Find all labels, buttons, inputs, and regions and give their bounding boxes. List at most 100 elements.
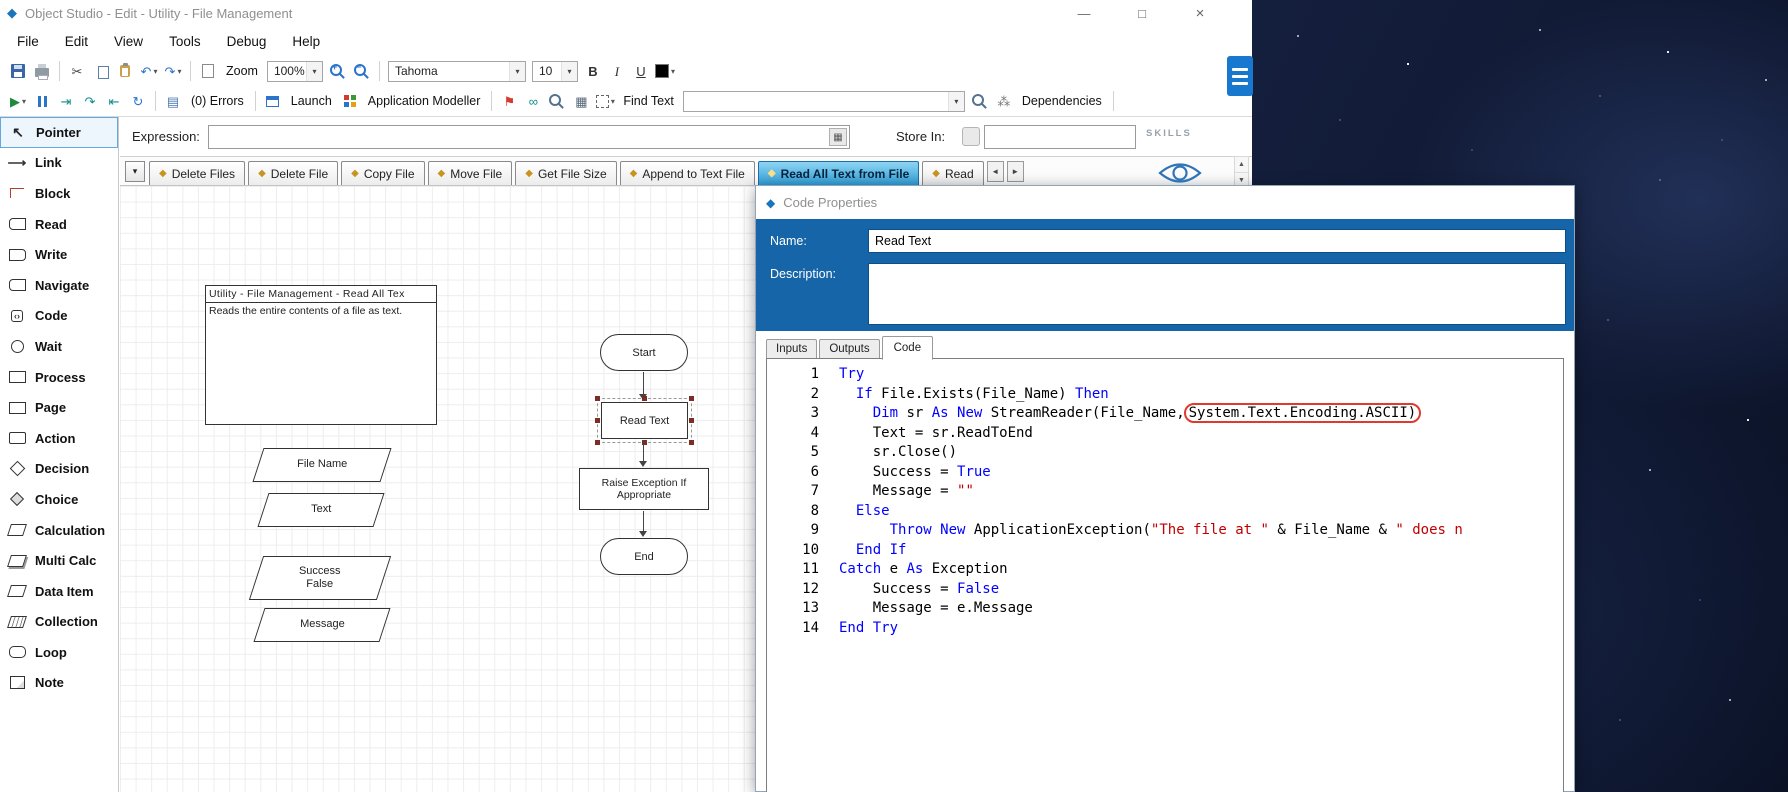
page-tab-delete-file[interactable]: ◆ Delete File (248, 161, 339, 185)
launch-window-icon[interactable] (262, 90, 284, 112)
step-out-button[interactable]: ⇤ (103, 90, 125, 112)
chevron-down-icon[interactable]: ▾ (177, 67, 181, 76)
selection-handle[interactable] (689, 440, 694, 445)
tab-scroll-right-button[interactable]: ► (1006, 160, 1024, 182)
tool-block[interactable]: Block (0, 178, 118, 209)
undo-button[interactable]: ↶ ▾ (138, 60, 160, 82)
expression-input[interactable]: ▦ (208, 125, 850, 149)
menu-help[interactable]: Help (279, 26, 333, 56)
page-tab-delete-files[interactable]: ◆ Delete Files (149, 161, 246, 185)
pause-button[interactable] (31, 90, 53, 112)
selection-handle[interactable] (689, 396, 694, 401)
close-button[interactable]: × (1178, 0, 1222, 26)
read-text-stage[interactable]: Read Text (595, 396, 694, 445)
selection-handle[interactable] (595, 440, 600, 445)
errors-page-icon[interactable]: ▤ (162, 90, 184, 112)
tool-pointer[interactable]: Pointer (0, 117, 118, 148)
properties-tab-inputs[interactable]: Inputs (766, 339, 818, 359)
tool-page[interactable]: Page (0, 392, 118, 423)
page-tab-get-file-size[interactable]: ◆ Get File Size (515, 161, 617, 185)
page-tab-read[interactable]: ◆ Read (922, 161, 984, 185)
menu-view[interactable]: View (101, 26, 156, 56)
breakpoint-flag-icon[interactable]: ⚑ (498, 90, 520, 112)
reset-button[interactable]: ↻ (127, 90, 149, 112)
tool-collection[interactable]: Collection (0, 607, 118, 638)
properties-tab-outputs[interactable]: Outputs (819, 339, 880, 359)
store-in-input[interactable] (984, 125, 1136, 149)
chevron-down-icon[interactable]: ▾ (305, 61, 322, 81)
chevron-down-icon[interactable]: ▾ (153, 67, 157, 76)
menu-debug[interactable]: Debug (214, 26, 280, 56)
grid-icon[interactable]: ▦ (570, 90, 592, 112)
data-item-text[interactable]: Text (257, 493, 385, 527)
step-over-button[interactable]: ↷ (79, 90, 101, 112)
zoom-in-button[interactable] (327, 60, 349, 82)
minimize-button[interactable]: — (1062, 0, 1106, 26)
tool-link[interactable]: Link (0, 148, 118, 179)
maximize-button[interactable]: □ (1120, 0, 1164, 26)
chevron-down-icon[interactable]: ▾ (508, 61, 525, 81)
chevron-down-icon[interactable]: ▾ (611, 97, 615, 106)
play-button[interactable]: ▶ ▾ (7, 90, 29, 112)
cut-button[interactable]: ✂ (66, 60, 88, 82)
description-input[interactable] (868, 263, 1566, 325)
tool-process[interactable]: Process (0, 362, 118, 393)
font-size-select[interactable]: 10 ▾ (531, 60, 578, 82)
tab-scroll-left-button[interactable]: ◄ (986, 160, 1004, 182)
tool-loop[interactable]: Loop (0, 637, 118, 668)
tool-choice[interactable]: Choice (0, 484, 118, 515)
tab-list-dropdown-button[interactable]: ▾ (125, 160, 145, 182)
page-setup-button[interactable] (197, 60, 219, 82)
skills-menu-button[interactable] (1227, 56, 1253, 96)
zoom-select[interactable]: 100% ▾ (266, 60, 323, 82)
end-stage[interactable]: End (600, 538, 688, 575)
page-tab-copy-file[interactable]: ◆ Copy File (341, 161, 425, 185)
find-next-icon[interactable] (969, 90, 991, 112)
tool-write[interactable]: Write (0, 239, 118, 270)
chevron-down-icon[interactable]: ▾ (671, 67, 675, 76)
step-in-button[interactable]: ⇥ (55, 90, 77, 112)
selection-handle[interactable] (689, 417, 694, 423)
chevron-down-icon[interactable]: ▾ (22, 97, 26, 106)
redo-button[interactable]: ↷ ▾ (162, 60, 184, 82)
search-icon[interactable] (546, 90, 568, 112)
name-input[interactable] (868, 229, 1566, 253)
menu-tools[interactable]: Tools (156, 26, 214, 56)
menu-file[interactable]: File (4, 26, 52, 56)
tool-calculation[interactable]: Calculation (0, 515, 118, 546)
tool-read[interactable]: Read (0, 209, 118, 240)
save-button[interactable] (7, 60, 29, 82)
tool-navigate[interactable]: Navigate (0, 270, 118, 301)
tool-data-item[interactable]: Data Item (0, 576, 118, 607)
tool-note[interactable]: Note (0, 668, 118, 699)
raise-exception-stage[interactable]: Raise Exception If Appropriate (579, 468, 709, 510)
tool-wait[interactable]: Wait (0, 331, 118, 362)
code-editor[interactable]: 1 Try 2 If File.Exists(File_Name) Then 3 Di… (766, 358, 1564, 792)
data-item-success[interactable]: Success False (248, 556, 392, 600)
selection-handle[interactable] (641, 396, 647, 401)
zoom-out-button[interactable] (351, 60, 373, 82)
scroll-up-icon[interactable]: ▲ (1235, 157, 1248, 173)
font-select[interactable]: Tahoma ▾ (387, 60, 526, 82)
chevron-down-icon[interactable]: ▾ (947, 91, 964, 111)
tool-action[interactable]: Action (0, 423, 118, 454)
tool-code[interactable]: Code (0, 301, 118, 332)
data-item-message[interactable]: Message (253, 608, 391, 642)
page-tab-read-all-text-from-file[interactable]: ◆ Read All Text from File (757, 161, 920, 185)
watch-icon[interactable]: ∞ (522, 90, 544, 112)
selection-mode-icon[interactable]: ▾ (594, 90, 616, 112)
underline-button[interactable]: U (630, 60, 652, 82)
page-tab-move-file[interactable]: ◆ Move File (427, 161, 513, 185)
italic-button[interactable]: I (606, 60, 628, 82)
tool-multi-calc[interactable]: Multi Calc (0, 545, 118, 576)
start-stage[interactable]: Start (600, 334, 688, 371)
menu-edit[interactable]: Edit (52, 26, 101, 56)
properties-tab-code[interactable]: Code (881, 336, 934, 360)
expression-editor-button[interactable]: ▦ (829, 128, 847, 146)
print-button[interactable] (31, 60, 53, 82)
data-item-file-name[interactable]: File Name (252, 448, 392, 482)
dependencies-icon[interactable]: ⁂ (993, 90, 1015, 112)
copy-button[interactable] (90, 60, 112, 82)
page-tab-append-to-text-file[interactable]: ◆ Append to Text File (619, 161, 755, 185)
selection-handle[interactable] (595, 396, 600, 401)
